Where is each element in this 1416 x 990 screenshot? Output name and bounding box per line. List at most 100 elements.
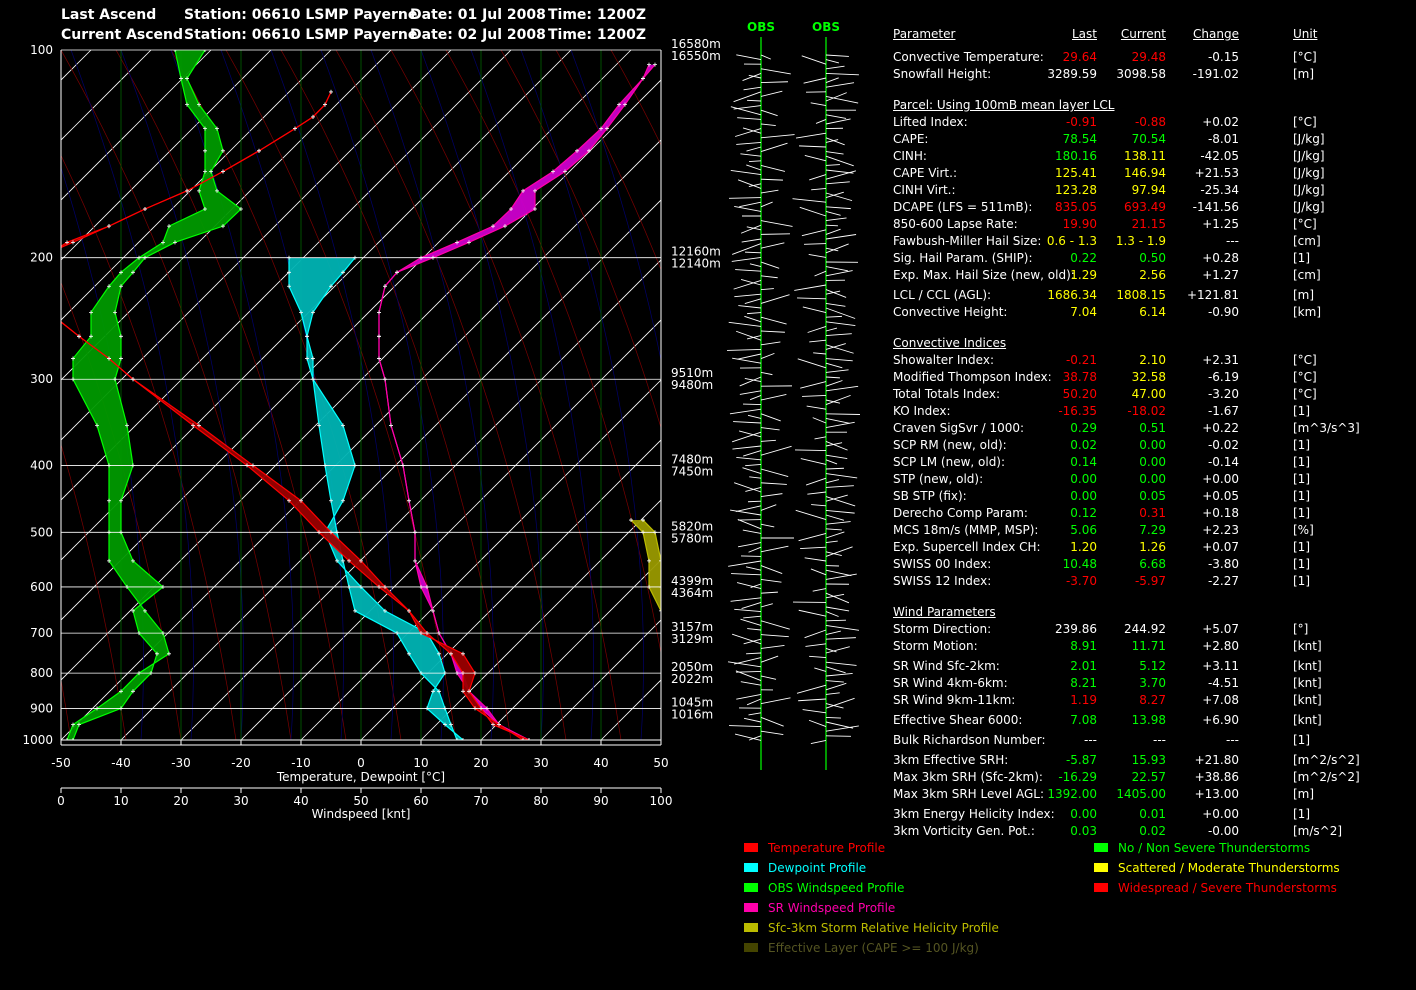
table-row: SR Wind 4km-6km: 8.21 3.70 -4.51 [knt] <box>893 675 1363 692</box>
last-value: 1686.34 <box>1047 288 1097 302</box>
wind-barb <box>825 217 847 222</box>
wind-barb <box>727 661 762 668</box>
wind-barb <box>760 316 787 325</box>
current-value: 0.02 <box>1139 824 1166 838</box>
current-date: Date: 02 Jul 2008 <box>410 27 546 43</box>
param-label: Showalter Index: <box>893 353 994 367</box>
param-label: SR Wind 4km-6km: <box>893 676 1008 690</box>
wind-barb <box>798 698 827 702</box>
param-label: SR Wind 9km-11km: <box>893 693 1016 707</box>
change-value: -42.05 <box>1200 149 1239 163</box>
wind-barb <box>812 588 827 592</box>
wind-barb <box>739 390 762 395</box>
change-value: -2.27 <box>1207 574 1239 588</box>
wind-barb <box>746 164 762 171</box>
table-row: CAPE: 78.54 70.54 -8.01 [J/kg] <box>893 131 1363 148</box>
wind-barb <box>825 59 839 64</box>
wind-barb <box>795 132 827 139</box>
unit-label: [°C] <box>1293 370 1317 384</box>
wind-barb <box>739 201 762 208</box>
param-label: Derecho Comp Param: <box>893 506 1028 520</box>
current-value: 0.05 <box>1139 489 1166 503</box>
current-value: -0.88 <box>1134 115 1166 129</box>
temperature-point <box>47 310 51 314</box>
table-row: SB STP (fix): 0.00 0.05 +0.05 [1] <box>893 488 1363 505</box>
legend-swatch <box>744 843 758 852</box>
wind-barb <box>734 293 762 298</box>
unit-label: [1] <box>1293 557 1310 571</box>
wind-barb <box>825 531 845 539</box>
wind-barb <box>740 618 762 626</box>
unit-label: [knt] <box>1293 659 1322 673</box>
wind-barb <box>825 496 856 507</box>
last-value: --- <box>1084 733 1097 747</box>
wind-barb <box>825 673 853 677</box>
table-row: MCS 18m/s (MMP, MSP): 5.06 7.29 +2.23 [%] <box>893 522 1363 539</box>
param-label: Max 3km SRH (Sfc-2km): <box>893 770 1043 784</box>
wind-barb <box>802 709 827 714</box>
height-label-current: 16550m <box>671 49 721 63</box>
legend-swatch <box>744 923 758 932</box>
param-label: Bulk Richardson Number: <box>893 733 1046 747</box>
unit-label: [cm] <box>1293 234 1321 248</box>
wind-barb <box>760 178 783 181</box>
wind-barb <box>825 637 856 640</box>
wind-barb <box>825 417 850 424</box>
param-label: Storm Motion: <box>893 639 978 653</box>
change-value: +2.80 <box>1202 639 1239 653</box>
current-value: 21.15 <box>1131 217 1166 231</box>
moist-adiabat <box>170 50 294 740</box>
wind-barb <box>825 191 844 199</box>
wind-barb <box>737 179 762 189</box>
wind-barb <box>825 327 838 332</box>
change-value: -8.01 <box>1207 132 1239 146</box>
wind-barb <box>743 450 762 457</box>
srh-point <box>725 631 729 635</box>
wind-barb <box>795 509 827 521</box>
wind-barb <box>814 667 827 672</box>
x-tick-label: 30 <box>533 756 548 770</box>
wind-barb <box>732 357 762 364</box>
change-value: -25.34 <box>1200 183 1239 197</box>
change-value: +121.81 <box>1186 288 1239 302</box>
unit-label: [1] <box>1293 251 1310 265</box>
wind-barb <box>825 692 840 695</box>
wind-barb <box>798 532 827 542</box>
wind-barb <box>739 376 762 387</box>
unit-label: [1] <box>1293 807 1310 821</box>
last-value: 835.05 <box>1055 200 1097 214</box>
wind-barb <box>760 439 776 442</box>
wind-barb <box>825 611 839 617</box>
last-value: 29.64 <box>1062 50 1097 64</box>
windspeed-tick-label: 50 <box>353 794 368 808</box>
wind-barb <box>825 151 844 155</box>
change-value: -0.90 <box>1207 305 1239 319</box>
wind-barb <box>746 226 762 231</box>
wind-barb <box>808 719 827 728</box>
x-tick-label: 50 <box>653 756 668 770</box>
last-value: 0.6 - 1.3 <box>1046 234 1097 248</box>
moist-adiabat <box>370 50 494 740</box>
unit-label: [1] <box>1293 438 1310 452</box>
unit-label: [m^2/s^2] <box>1293 753 1360 767</box>
unit-label: [1] <box>1293 472 1310 486</box>
table-row: LCL / CCL (AGL): 1686.34 1808.15 +121.81 [m] <box>893 287 1363 304</box>
x-tick-label: 0 <box>357 756 365 770</box>
wind-barb <box>745 566 762 571</box>
sr-wind-point <box>377 310 381 315</box>
srh-point <box>713 706 717 710</box>
last-value: 10.48 <box>1062 557 1097 571</box>
wind-barb <box>735 670 762 682</box>
param-label: Craven SigSvr / 1000: <box>893 421 1025 435</box>
param-label: Sig. Hail Param. (SHIP): <box>893 251 1033 265</box>
legend-swatch <box>744 903 758 912</box>
last-value: 8.21 <box>1070 676 1097 690</box>
pressure-tick-label: 200 <box>30 251 53 265</box>
change-value: +0.07 <box>1202 540 1239 554</box>
table-row: Sig. Hail Param. (SHIP): 0.22 0.50 +0.28 [1] <box>893 250 1363 267</box>
srh-point <box>677 609 681 613</box>
param-label: SWISS 12 Index: <box>893 574 992 588</box>
legend-item: Widespread / Severe Thunderstorms <box>1094 879 1337 897</box>
param-label: CAPE: <box>893 132 929 146</box>
skew-line <box>61 50 392 381</box>
